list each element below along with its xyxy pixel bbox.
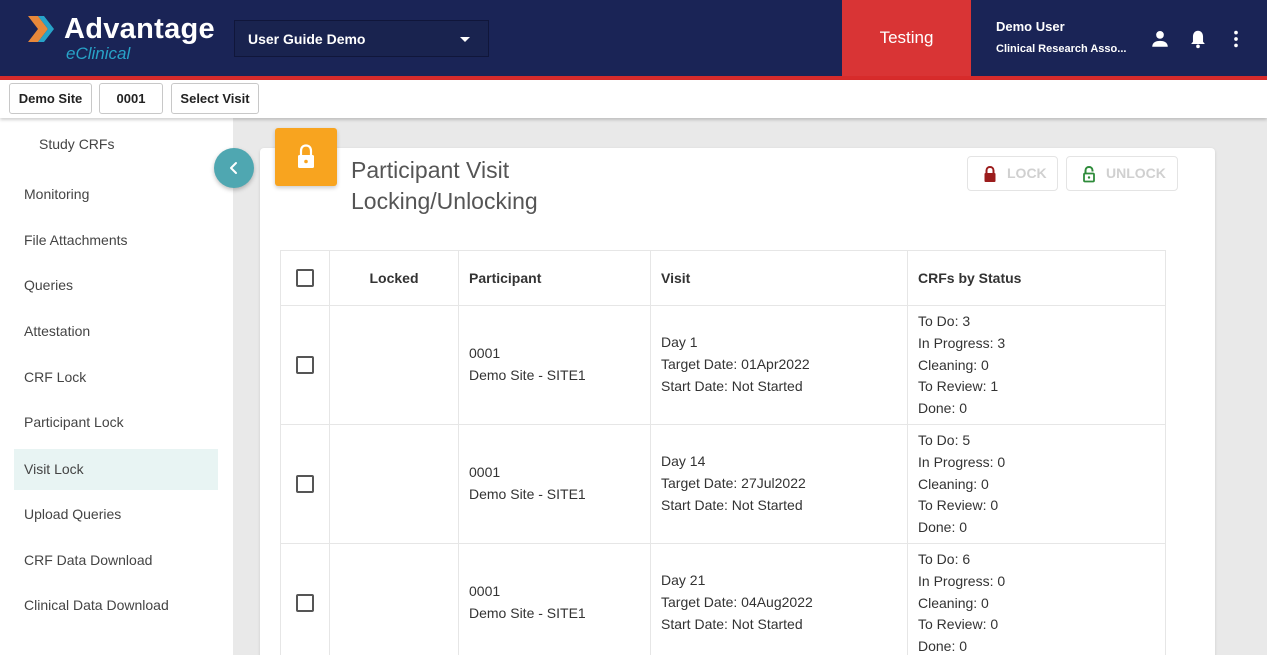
participant-site: Demo Site - SITE1 bbox=[469, 367, 586, 383]
sidebar-item-visit-lock[interactable]: Visit Lock bbox=[14, 449, 218, 490]
participant-cell: 0001 Demo Site - SITE1 bbox=[459, 544, 651, 655]
participant-site: Demo Site - SITE1 bbox=[469, 486, 586, 502]
unlock-button-label: UNLOCK bbox=[1106, 165, 1166, 181]
crf-status-cell: To Do: 6 In Progress: 0 Cleaning: 0 To R… bbox=[908, 544, 1165, 655]
table-row[interactable]: 0001 Demo Site - SITE1 Day 14 Target Dat… bbox=[281, 425, 1165, 544]
visit-target-date: Target Date: 27Jul2022 bbox=[661, 475, 806, 492]
visit-cell: Day 14 Target Date: 27Jul2022 Start Date… bbox=[651, 425, 908, 543]
table-header-row: Locked Participant Visit CRFs by Status bbox=[281, 251, 1165, 306]
participant-cell: 0001 Demo Site - SITE1 bbox=[459, 306, 651, 424]
crf-status-done: Done: 0 bbox=[918, 400, 968, 417]
visit-cell: Day 21 Target Date: 04Aug2022 Start Date… bbox=[651, 544, 908, 655]
context-bar: Demo Site 0001 Select Visit bbox=[0, 80, 1267, 118]
crf-status-todo: To Do: 3 bbox=[918, 313, 971, 329]
lock-icon bbox=[984, 165, 996, 182]
visit-target-date: Target Date: 01Apr2022 bbox=[661, 356, 810, 373]
sidebar-item-crf-data-download[interactable]: CRF Data Download bbox=[14, 540, 218, 581]
crf-status-to-review: To Review: 1 bbox=[918, 378, 999, 395]
participant-selector-button[interactable]: 0001 bbox=[99, 83, 163, 114]
table-row[interactable]: 0001 Demo Site - SITE1 Day 21 Target Dat… bbox=[281, 544, 1165, 655]
visit-lock-table: Locked Participant Visit CRFs by Status … bbox=[280, 250, 1166, 655]
column-header-crfs-by-status[interactable]: CRFs by Status bbox=[908, 251, 1165, 305]
sidebar-nav: Study CRFs Monitoring File Attachments Q… bbox=[0, 118, 233, 655]
more-vertical-icon[interactable] bbox=[1225, 28, 1247, 50]
visit-target-date: Target Date: 04Aug2022 bbox=[661, 594, 813, 611]
select-all-checkbox[interactable] bbox=[296, 269, 314, 287]
visit-start-date: Start Date: Not Started bbox=[661, 496, 803, 513]
column-header-participant[interactable]: Participant bbox=[459, 251, 651, 305]
row-checkbox[interactable] bbox=[296, 475, 314, 493]
row-select-cell bbox=[281, 306, 330, 424]
crf-status-todo: To Do: 5 bbox=[918, 432, 971, 448]
logo-title: Advantage bbox=[64, 13, 215, 45]
column-header-visit[interactable]: Visit bbox=[651, 251, 908, 305]
sidebar-item-clinical-data-download[interactable]: Clinical Data Download bbox=[14, 585, 218, 626]
page-title: Participant Visit Locking/Unlocking bbox=[351, 157, 538, 214]
locked-cell bbox=[330, 306, 459, 424]
crf-status-cleaning: Cleaning: 0 bbox=[918, 356, 989, 373]
visit-selector-button[interactable]: Select Visit bbox=[171, 83, 259, 114]
logo-chevron-icon bbox=[28, 16, 54, 42]
participant-site: Demo Site - SITE1 bbox=[469, 605, 586, 621]
visit-name: Day 21 bbox=[661, 572, 706, 589]
chevron-left-icon bbox=[230, 162, 237, 174]
crf-status-done: Done: 0 bbox=[918, 638, 968, 655]
crf-status-cell: To Do: 5 In Progress: 0 Cleaning: 0 To R… bbox=[908, 425, 1165, 543]
collapse-sidebar-button[interactable] bbox=[214, 148, 254, 188]
visit-start-date: Start Date: Not Started bbox=[661, 615, 803, 632]
user-role[interactable]: Clinical Research Asso... bbox=[996, 43, 1131, 55]
locked-cell bbox=[330, 544, 459, 655]
row-checkbox[interactable] bbox=[296, 356, 314, 374]
sidebar-item-upload-queries[interactable]: Upload Queries bbox=[14, 494, 218, 535]
column-header-locked[interactable]: Locked bbox=[330, 251, 459, 305]
crf-status-cleaning: Cleaning: 0 bbox=[918, 475, 989, 492]
participant-id: 0001 bbox=[469, 583, 501, 600]
lock-icon bbox=[298, 144, 314, 168]
crf-status-todo: To Do: 6 bbox=[918, 551, 971, 567]
user-name[interactable]: Demo User bbox=[996, 19, 1065, 34]
chevron-down-icon bbox=[460, 37, 470, 42]
row-select-cell bbox=[281, 544, 330, 655]
participant-id: 0001 bbox=[469, 345, 501, 362]
table-row[interactable]: 0001 Demo Site - SITE1 Day 1 Target Date… bbox=[281, 306, 1165, 425]
app-header: Advantage eClinical User Guide Demo Test… bbox=[0, 0, 1267, 76]
study-select-value: User Guide Demo bbox=[248, 31, 366, 47]
participant-cell: 0001 Demo Site - SITE1 bbox=[459, 425, 651, 543]
crf-status-to-review: To Review: 0 bbox=[918, 497, 999, 514]
crf-status-cleaning: Cleaning: 0 bbox=[918, 594, 989, 611]
visit-name: Day 14 bbox=[661, 453, 706, 470]
crf-status-in-progress: In Progress: 0 bbox=[918, 453, 1006, 470]
sidebar-item-file-attachments[interactable]: File Attachments bbox=[14, 220, 218, 261]
lock-button[interactable]: LOCK bbox=[967, 156, 1058, 191]
person-icon[interactable] bbox=[1149, 28, 1171, 50]
site-selector-button[interactable]: Demo Site bbox=[9, 83, 92, 114]
sidebar-item-attestation[interactable]: Attestation bbox=[14, 311, 218, 352]
study-select[interactable]: User Guide Demo bbox=[234, 20, 489, 57]
sidebar-item-crf-lock[interactable]: CRF Lock bbox=[14, 357, 218, 398]
locked-cell bbox=[330, 425, 459, 543]
crf-status-to-review: To Review: 0 bbox=[918, 616, 999, 633]
lock-button-label: LOCK bbox=[1007, 165, 1047, 181]
participant-id: 0001 bbox=[469, 464, 501, 481]
card-lock-badge bbox=[275, 128, 337, 186]
visit-name: Day 1 bbox=[661, 334, 698, 351]
environment-badge: Testing bbox=[842, 0, 971, 76]
unlock-icon bbox=[1083, 165, 1095, 183]
sidebar-item-study-crfs[interactable]: Study CRFs bbox=[14, 124, 218, 165]
visit-cell: Day 1 Target Date: 01Apr2022 Start Date:… bbox=[651, 306, 908, 424]
header-select-cell bbox=[281, 251, 330, 305]
sidebar-item-monitoring[interactable]: Monitoring bbox=[14, 174, 218, 215]
row-checkbox[interactable] bbox=[296, 594, 314, 612]
bell-icon[interactable] bbox=[1187, 28, 1209, 50]
visit-start-date: Start Date: Not Started bbox=[661, 377, 803, 394]
logo-subtitle: eClinical bbox=[66, 44, 131, 63]
crf-status-in-progress: In Progress: 3 bbox=[918, 334, 1006, 351]
sidebar-item-participant-lock[interactable]: Participant Lock bbox=[14, 402, 218, 443]
crf-status-in-progress: In Progress: 0 bbox=[918, 572, 1006, 589]
crf-status-done: Done: 0 bbox=[918, 519, 968, 536]
crf-status-cell: To Do: 3 In Progress: 3 Cleaning: 0 To R… bbox=[908, 306, 1165, 424]
unlock-button[interactable]: UNLOCK bbox=[1066, 156, 1178, 191]
sidebar-item-queries[interactable]: Queries bbox=[14, 265, 218, 306]
row-select-cell bbox=[281, 425, 330, 543]
